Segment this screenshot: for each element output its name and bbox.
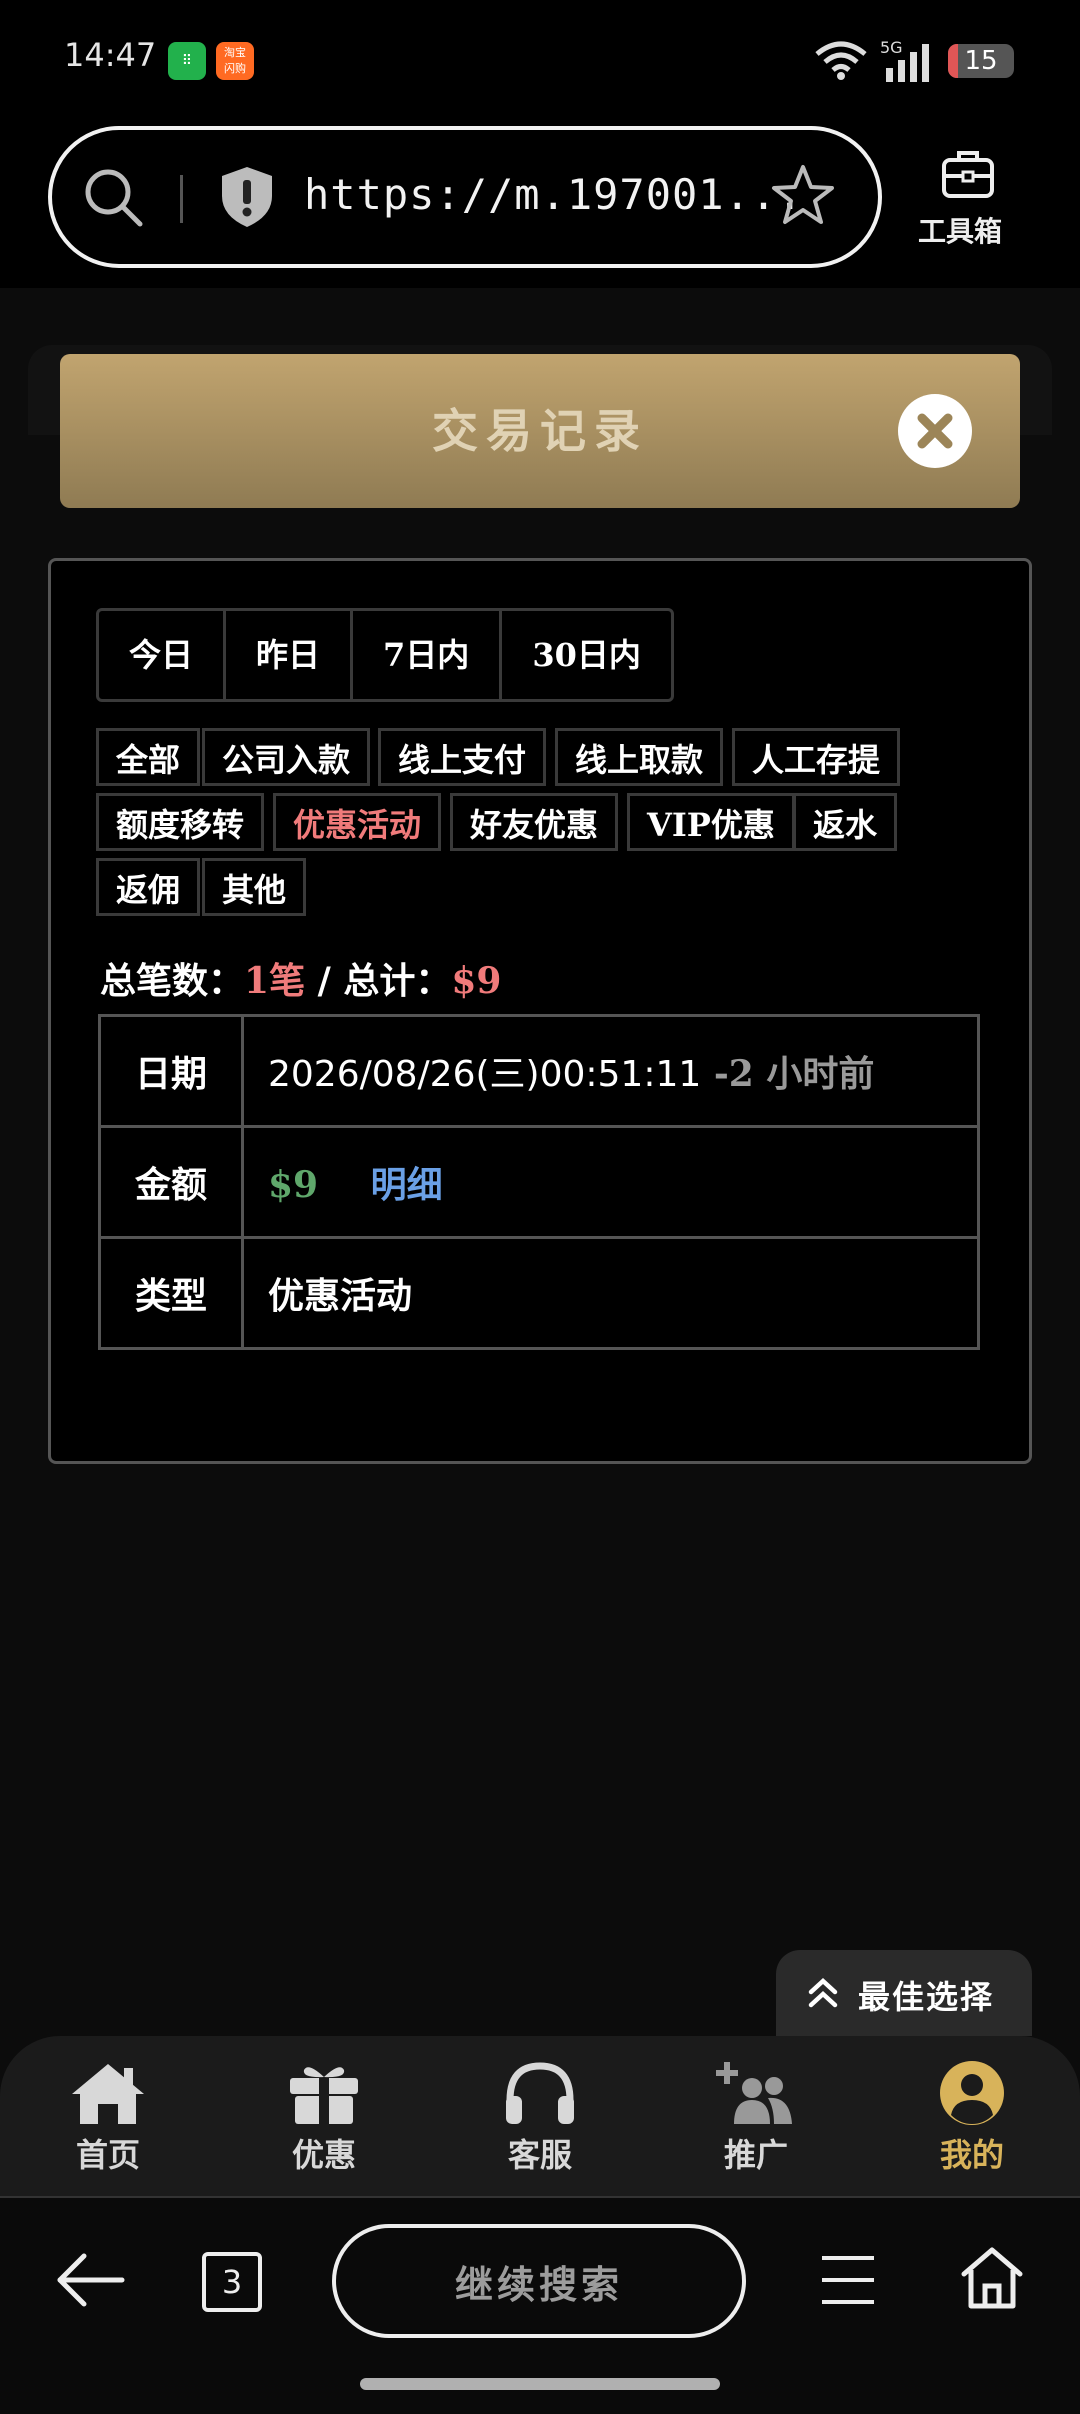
date-filter-yesterday[interactable]: 昨日 xyxy=(226,611,354,699)
date-value: 2026/08/26(三)00:51:11 xyxy=(268,1054,702,1095)
best-choice-label[interactable]: 最佳选择 xyxy=(858,1972,994,2018)
headset-icon xyxy=(506,2062,574,2124)
type-filter-online-pay[interactable]: 线上支付 xyxy=(378,728,547,786)
amount-value: $9 xyxy=(268,1164,319,1206)
back-arrow-icon[interactable] xyxy=(54,2250,126,2310)
shield-icon[interactable] xyxy=(218,164,276,230)
type-filter-company-deposit[interactable]: 公司入款 xyxy=(202,728,371,786)
nav-home-label[interactable]: 首页 xyxy=(38,2130,178,2176)
taobao-app-icon: 淘宝 闪购 xyxy=(216,42,254,80)
signal-icon xyxy=(886,44,929,82)
wechat-app-icon: ⠿ xyxy=(168,42,206,80)
nav-home[interactable] xyxy=(38,2060,178,2130)
type-filter-other[interactable]: 其他 xyxy=(202,858,307,916)
date-key: 日期 xyxy=(98,1014,244,1128)
amount-key: 金额 xyxy=(98,1125,244,1239)
type-key: 类型 xyxy=(98,1236,244,1350)
count-label: 总笔数： xyxy=(100,960,245,1002)
table-row: 日期 2026/08/26(三)00:51:11 -2 小时前 xyxy=(98,1014,980,1128)
type-filter-transfer[interactable]: 额度移转 xyxy=(96,793,265,851)
total-label: 总计： xyxy=(343,960,452,1002)
count-value: 1笔 xyxy=(244,960,306,1002)
date-filter-today[interactable]: 今日 xyxy=(99,611,227,699)
nav-promo-label[interactable]: 优惠 xyxy=(254,2130,394,2176)
type-filter-vip[interactable]: VIP优惠 xyxy=(627,793,795,851)
record-table: 日期 2026/08/26(三)00:51:11 -2 小时前 金额 $9 明细… xyxy=(98,1014,980,1350)
table-row: 类型 优惠活动 xyxy=(98,1236,980,1350)
continue-search-label[interactable]: 继续搜索 xyxy=(332,2254,746,2309)
type-filter-friend[interactable]: 好友优惠 xyxy=(450,793,619,851)
type-filter-rebate[interactable]: 返水 xyxy=(793,793,898,851)
add-user-icon xyxy=(716,2062,792,2124)
menu-icon[interactable] xyxy=(820,2252,876,2308)
tabs-button[interactable]: 3 xyxy=(202,2252,262,2312)
summary-line: 总笔数：1笔 / 总计：$9 xyxy=(100,952,501,1004)
nav-referral[interactable] xyxy=(686,2060,826,2130)
address-divider xyxy=(180,175,183,223)
type-filter-promotion[interactable]: 优惠活动 xyxy=(273,793,442,851)
user-avatar-icon xyxy=(940,2061,1004,2125)
url-text[interactable]: https://m.197001... xyxy=(304,170,803,219)
date-filter-group: 今日 昨日 7日内 30日内 xyxy=(96,608,674,702)
search-icon[interactable] xyxy=(80,164,146,230)
battery-icon: 15 xyxy=(948,44,1014,78)
toolbox-icon[interactable] xyxy=(940,148,996,200)
type-filter-all[interactable]: 全部 xyxy=(96,728,201,786)
nav-promo[interactable] xyxy=(254,2060,394,2130)
toolbox-label[interactable]: 工具箱 xyxy=(918,210,1002,250)
table-row: 金额 $9 明细 xyxy=(98,1125,980,1239)
type-filter-online-withdraw[interactable]: 线上取款 xyxy=(555,728,724,786)
gift-icon xyxy=(290,2067,358,2124)
close-button[interactable] xyxy=(898,394,972,468)
nav-service-label[interactable]: 客服 xyxy=(470,2130,610,2176)
home-indicator[interactable] xyxy=(360,2378,720,2390)
close-icon xyxy=(917,413,953,449)
status-time: 14:47 xyxy=(64,36,157,74)
total-value: $9 xyxy=(451,960,502,1002)
nav-service[interactable] xyxy=(470,2060,610,2130)
home-page-icon[interactable] xyxy=(958,2244,1026,2312)
bookmark-star-icon[interactable] xyxy=(770,162,836,228)
type-filter-commission[interactable]: 返佣 xyxy=(96,858,201,916)
date-ago: -2 小时前 xyxy=(713,1053,875,1095)
amount-cell: $9 明细 xyxy=(241,1125,980,1239)
nav-mine[interactable] xyxy=(902,2060,1042,2130)
modal-title: 交易记录 xyxy=(432,404,648,458)
detail-link[interactable]: 明细 xyxy=(371,1164,443,1206)
date-cell: 2026/08/26(三)00:51:11 -2 小时前 xyxy=(241,1014,980,1128)
home-icon xyxy=(72,2064,144,2124)
type-filter-manual[interactable]: 人工存提 xyxy=(732,728,901,786)
summary-separator: / xyxy=(317,960,331,1002)
wifi-icon xyxy=(815,41,867,80)
date-filter-7days[interactable]: 7日内 xyxy=(353,611,503,699)
date-filter-30days[interactable]: 30日内 xyxy=(502,611,671,699)
double-chevron-up-icon xyxy=(808,1977,838,2008)
nav-mine-label[interactable]: 我的 xyxy=(902,2130,1042,2176)
type-value: 优惠活动 xyxy=(241,1236,980,1350)
nav-referral-label[interactable]: 推广 xyxy=(686,2130,826,2176)
